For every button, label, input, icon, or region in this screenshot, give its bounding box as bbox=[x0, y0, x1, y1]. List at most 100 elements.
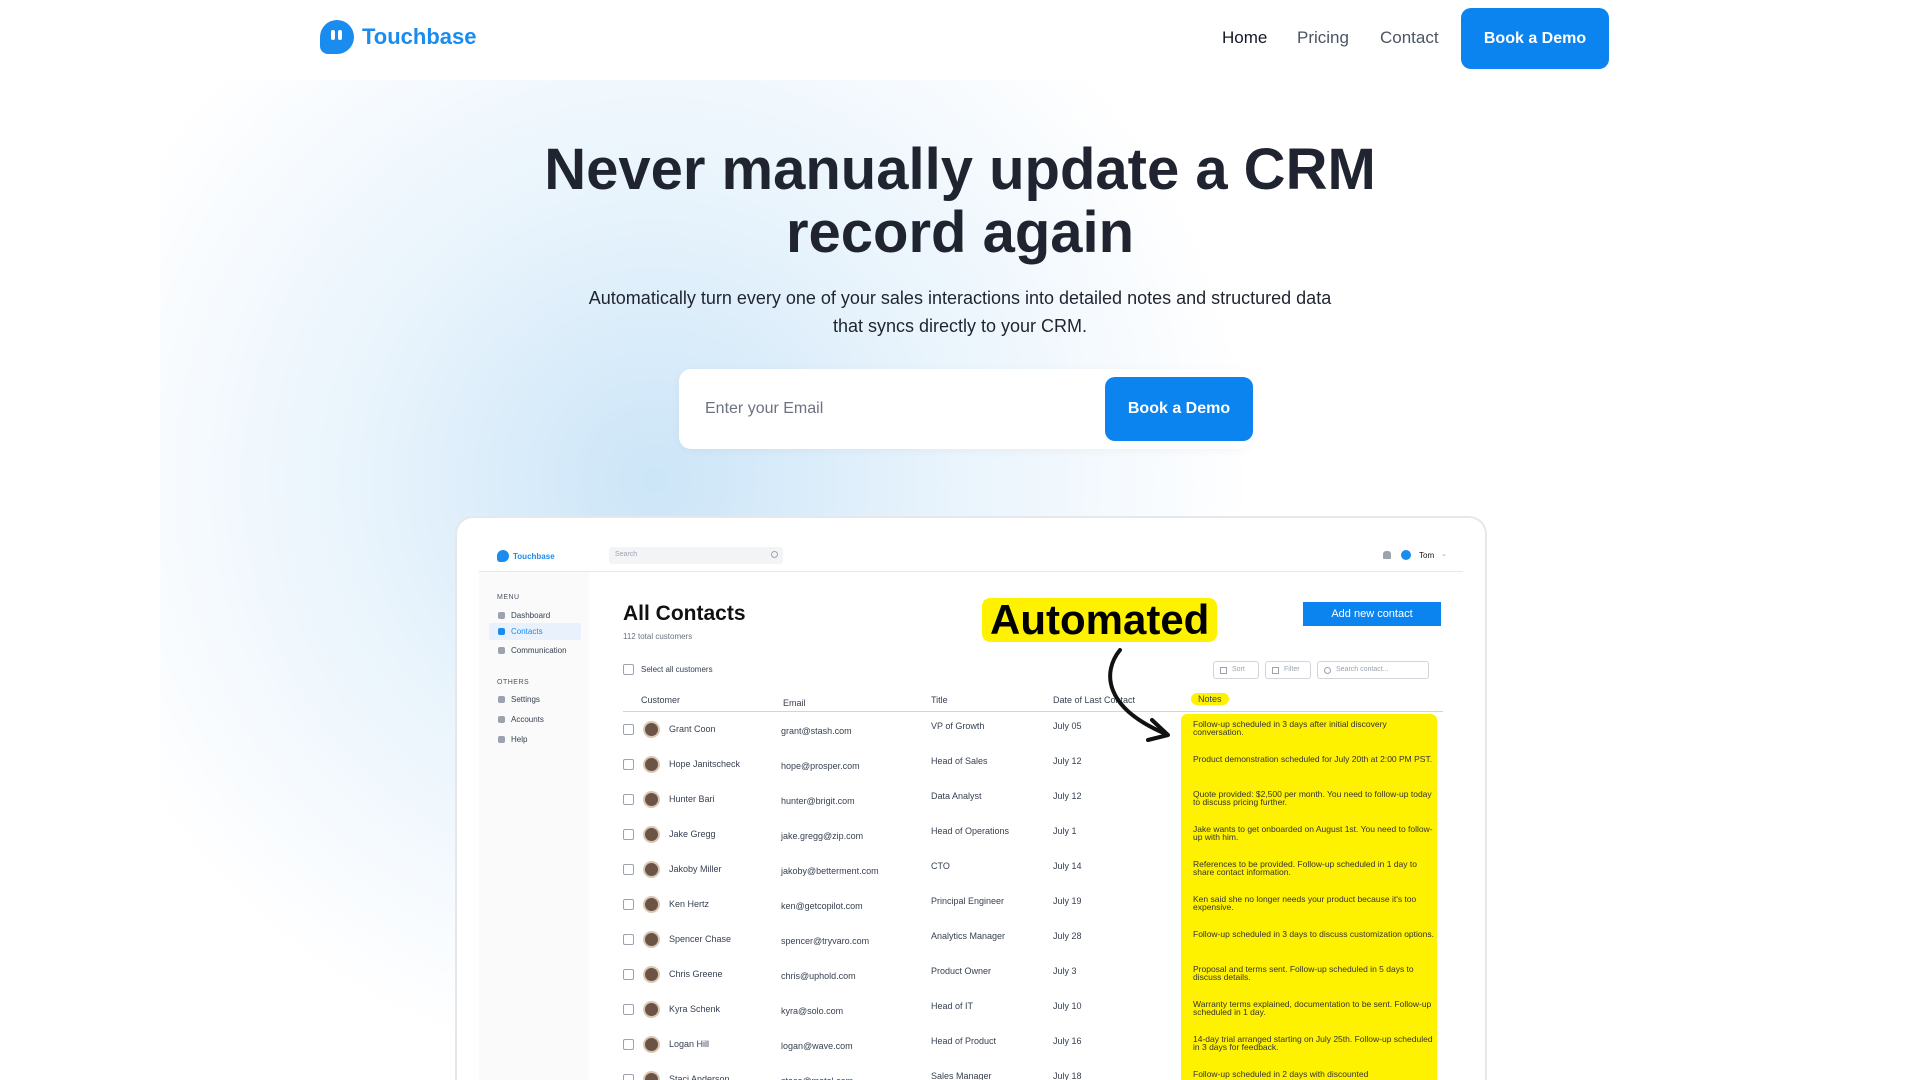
customer-note: Proposal and terms sent. Follow-up sched… bbox=[1193, 964, 1414, 982]
app-screenshot: Touchbase Search Tom ⌄ MENU Dashboard Co… bbox=[455, 516, 1487, 1080]
customer-name: Grant Coon bbox=[669, 724, 716, 734]
checkbox bbox=[623, 724, 634, 735]
app-topbar: Touchbase Search Tom ⌄ bbox=[479, 542, 1463, 572]
checkbox bbox=[623, 794, 634, 805]
last-contact-date: July 10 bbox=[1053, 1001, 1082, 1011]
top-navbar: Touchbase Home Pricing Contact Book a De… bbox=[0, 0, 1920, 75]
customer-note: References to be provided. Follow-up sch… bbox=[1193, 859, 1417, 877]
customer-title: VP of Growth bbox=[931, 721, 985, 731]
customer-note: Follow-up scheduled in 2 days with disco… bbox=[1193, 1069, 1369, 1079]
avatar bbox=[643, 826, 660, 843]
nav-link-home[interactable]: Home bbox=[1222, 28, 1267, 48]
checkbox bbox=[623, 934, 634, 945]
user-icon bbox=[498, 716, 505, 723]
customer-name: Jake Gregg bbox=[669, 829, 716, 839]
checkbox bbox=[623, 1074, 634, 1080]
column-customer: Customer bbox=[641, 695, 681, 705]
table-row: Staci Anderson stace@metal.com Sales Manag… bbox=[623, 1064, 1443, 1080]
email-signup-form: Book a Demo bbox=[679, 369, 1253, 449]
chevron-down-icon: ⌄ bbox=[1441, 551, 1447, 558]
table-row: Spencer Chase spencer@tryvaro.com Analytic… bbox=[623, 924, 1443, 959]
avatar bbox=[643, 791, 660, 808]
customer-title: Analytics Manager bbox=[931, 931, 1006, 941]
nav-link-pricing[interactable]: Pricing bbox=[1297, 28, 1349, 48]
table-row: Hope Janitscheck hope@prosper.com Head of … bbox=[623, 749, 1443, 784]
checkbox bbox=[623, 829, 634, 840]
customer-name: Hunter Bari bbox=[669, 794, 715, 804]
filter-icon bbox=[1272, 667, 1279, 674]
checkbox bbox=[623, 864, 634, 875]
sidebar-item-label: Accounts bbox=[511, 715, 544, 724]
table-row: Hunter Bari hunter@brigit.com Data Analyst… bbox=[623, 784, 1443, 819]
customer-note: Quote provided: $2,500 per month. You ne… bbox=[1193, 789, 1432, 807]
table-row: Kyra Schenk kyra@solo.com Head of IT July 1… bbox=[623, 994, 1443, 1029]
checkbox bbox=[623, 1004, 634, 1015]
nav-link-contact[interactable]: Contact bbox=[1380, 28, 1439, 48]
customer-title: Head of Product bbox=[931, 1036, 997, 1046]
table-row: Chris Greene chris@uphold.com Product Owne… bbox=[623, 959, 1443, 994]
customer-email: kyra@solo.com bbox=[781, 1006, 844, 1016]
customer-count: 112 total customers bbox=[623, 632, 693, 641]
column-notes: Notes bbox=[1191, 693, 1229, 705]
last-contact-date: July 28 bbox=[1053, 931, 1082, 941]
sidebar-item-label: Contacts bbox=[511, 627, 543, 636]
sidebar-item-dashboard: Dashboard bbox=[489, 607, 581, 624]
checkbox bbox=[623, 969, 634, 980]
brand[interactable]: Touchbase bbox=[320, 20, 477, 54]
avatar bbox=[643, 1001, 660, 1018]
sidebar-menu-heading: MENU bbox=[497, 594, 520, 601]
customer-email: jakoby@betterment.com bbox=[781, 866, 879, 876]
automated-highlight: Automated bbox=[982, 598, 1218, 642]
checkbox bbox=[623, 1039, 634, 1050]
avatar bbox=[643, 1071, 660, 1080]
avatar bbox=[643, 861, 660, 878]
customer-title: Principal Engineer bbox=[931, 896, 1005, 906]
sidebar-item-communication: Communication bbox=[489, 642, 581, 659]
user-avatar-icon bbox=[1401, 550, 1411, 560]
app-user-name: Tom bbox=[1419, 551, 1435, 560]
customer-note: Ken said she no longer needs your produc… bbox=[1193, 894, 1417, 912]
customer-title: Data Analyst bbox=[931, 791, 982, 801]
search-contact-placeholder: Search contact... bbox=[1336, 666, 1389, 673]
checkbox bbox=[623, 899, 634, 910]
sidebar-item-label: Dashboard bbox=[511, 611, 551, 620]
select-all-checkbox: Select all customers bbox=[623, 664, 713, 675]
customer-name: Chris Greene bbox=[669, 969, 723, 979]
customer-email: spencer@tryvaro.com bbox=[781, 936, 870, 946]
sidebar-item-help: Help bbox=[489, 731, 581, 748]
customer-email: logan@wave.com bbox=[781, 1041, 853, 1051]
sidebar-item-label: Settings bbox=[511, 695, 540, 704]
sidebar-item-accounts: Accounts bbox=[489, 711, 581, 728]
last-contact-date: July 1 bbox=[1053, 826, 1077, 836]
search-contact-input: Search contact... bbox=[1317, 661, 1429, 679]
book-demo-hero-button[interactable]: Book a Demo bbox=[1105, 377, 1253, 441]
app-search-placeholder: Search bbox=[615, 551, 638, 558]
last-contact-date: July 14 bbox=[1053, 861, 1082, 871]
customer-title: Head of IT bbox=[931, 1001, 974, 1011]
avatar bbox=[643, 966, 660, 983]
customer-email: ken@getcopilot.com bbox=[781, 901, 863, 911]
sidebar-item-settings: Settings bbox=[489, 691, 581, 708]
customer-note: Follow-up scheduled in 3 days after init… bbox=[1193, 719, 1387, 737]
filter-button: Filter bbox=[1265, 661, 1311, 679]
app-brand: Touchbase bbox=[497, 550, 555, 562]
avatar bbox=[643, 1036, 660, 1053]
table-row: Jake Gregg jake.gregg@zip.com Head of Oper… bbox=[623, 819, 1443, 854]
communication-icon bbox=[498, 647, 505, 654]
last-contact-date: July 3 bbox=[1053, 966, 1077, 976]
customer-email: jake.gregg@zip.com bbox=[781, 831, 864, 841]
table-row: Grant Coon grant@stash.com VP of Growth Jul… bbox=[623, 714, 1443, 749]
help-icon bbox=[498, 736, 505, 743]
customer-name: Spencer Chase bbox=[669, 934, 732, 944]
customer-note: 14-day trial arranged starting on July 2… bbox=[1193, 1034, 1433, 1052]
bell-icon bbox=[1383, 551, 1391, 559]
customer-note: Warranty terms explained, documentation … bbox=[1193, 999, 1432, 1017]
page-title: All Contacts bbox=[623, 602, 746, 625]
last-contact-date: July 18 bbox=[1053, 1071, 1082, 1080]
column-email: Email bbox=[783, 698, 806, 708]
last-contact-date: July 12 bbox=[1053, 791, 1082, 801]
email-input[interactable] bbox=[679, 369, 1099, 449]
search-icon bbox=[1324, 667, 1331, 674]
table-header: Customer Email Title Date of Last Contac… bbox=[623, 690, 1443, 712]
book-demo-nav-button[interactable]: Book a Demo bbox=[1461, 8, 1609, 69]
